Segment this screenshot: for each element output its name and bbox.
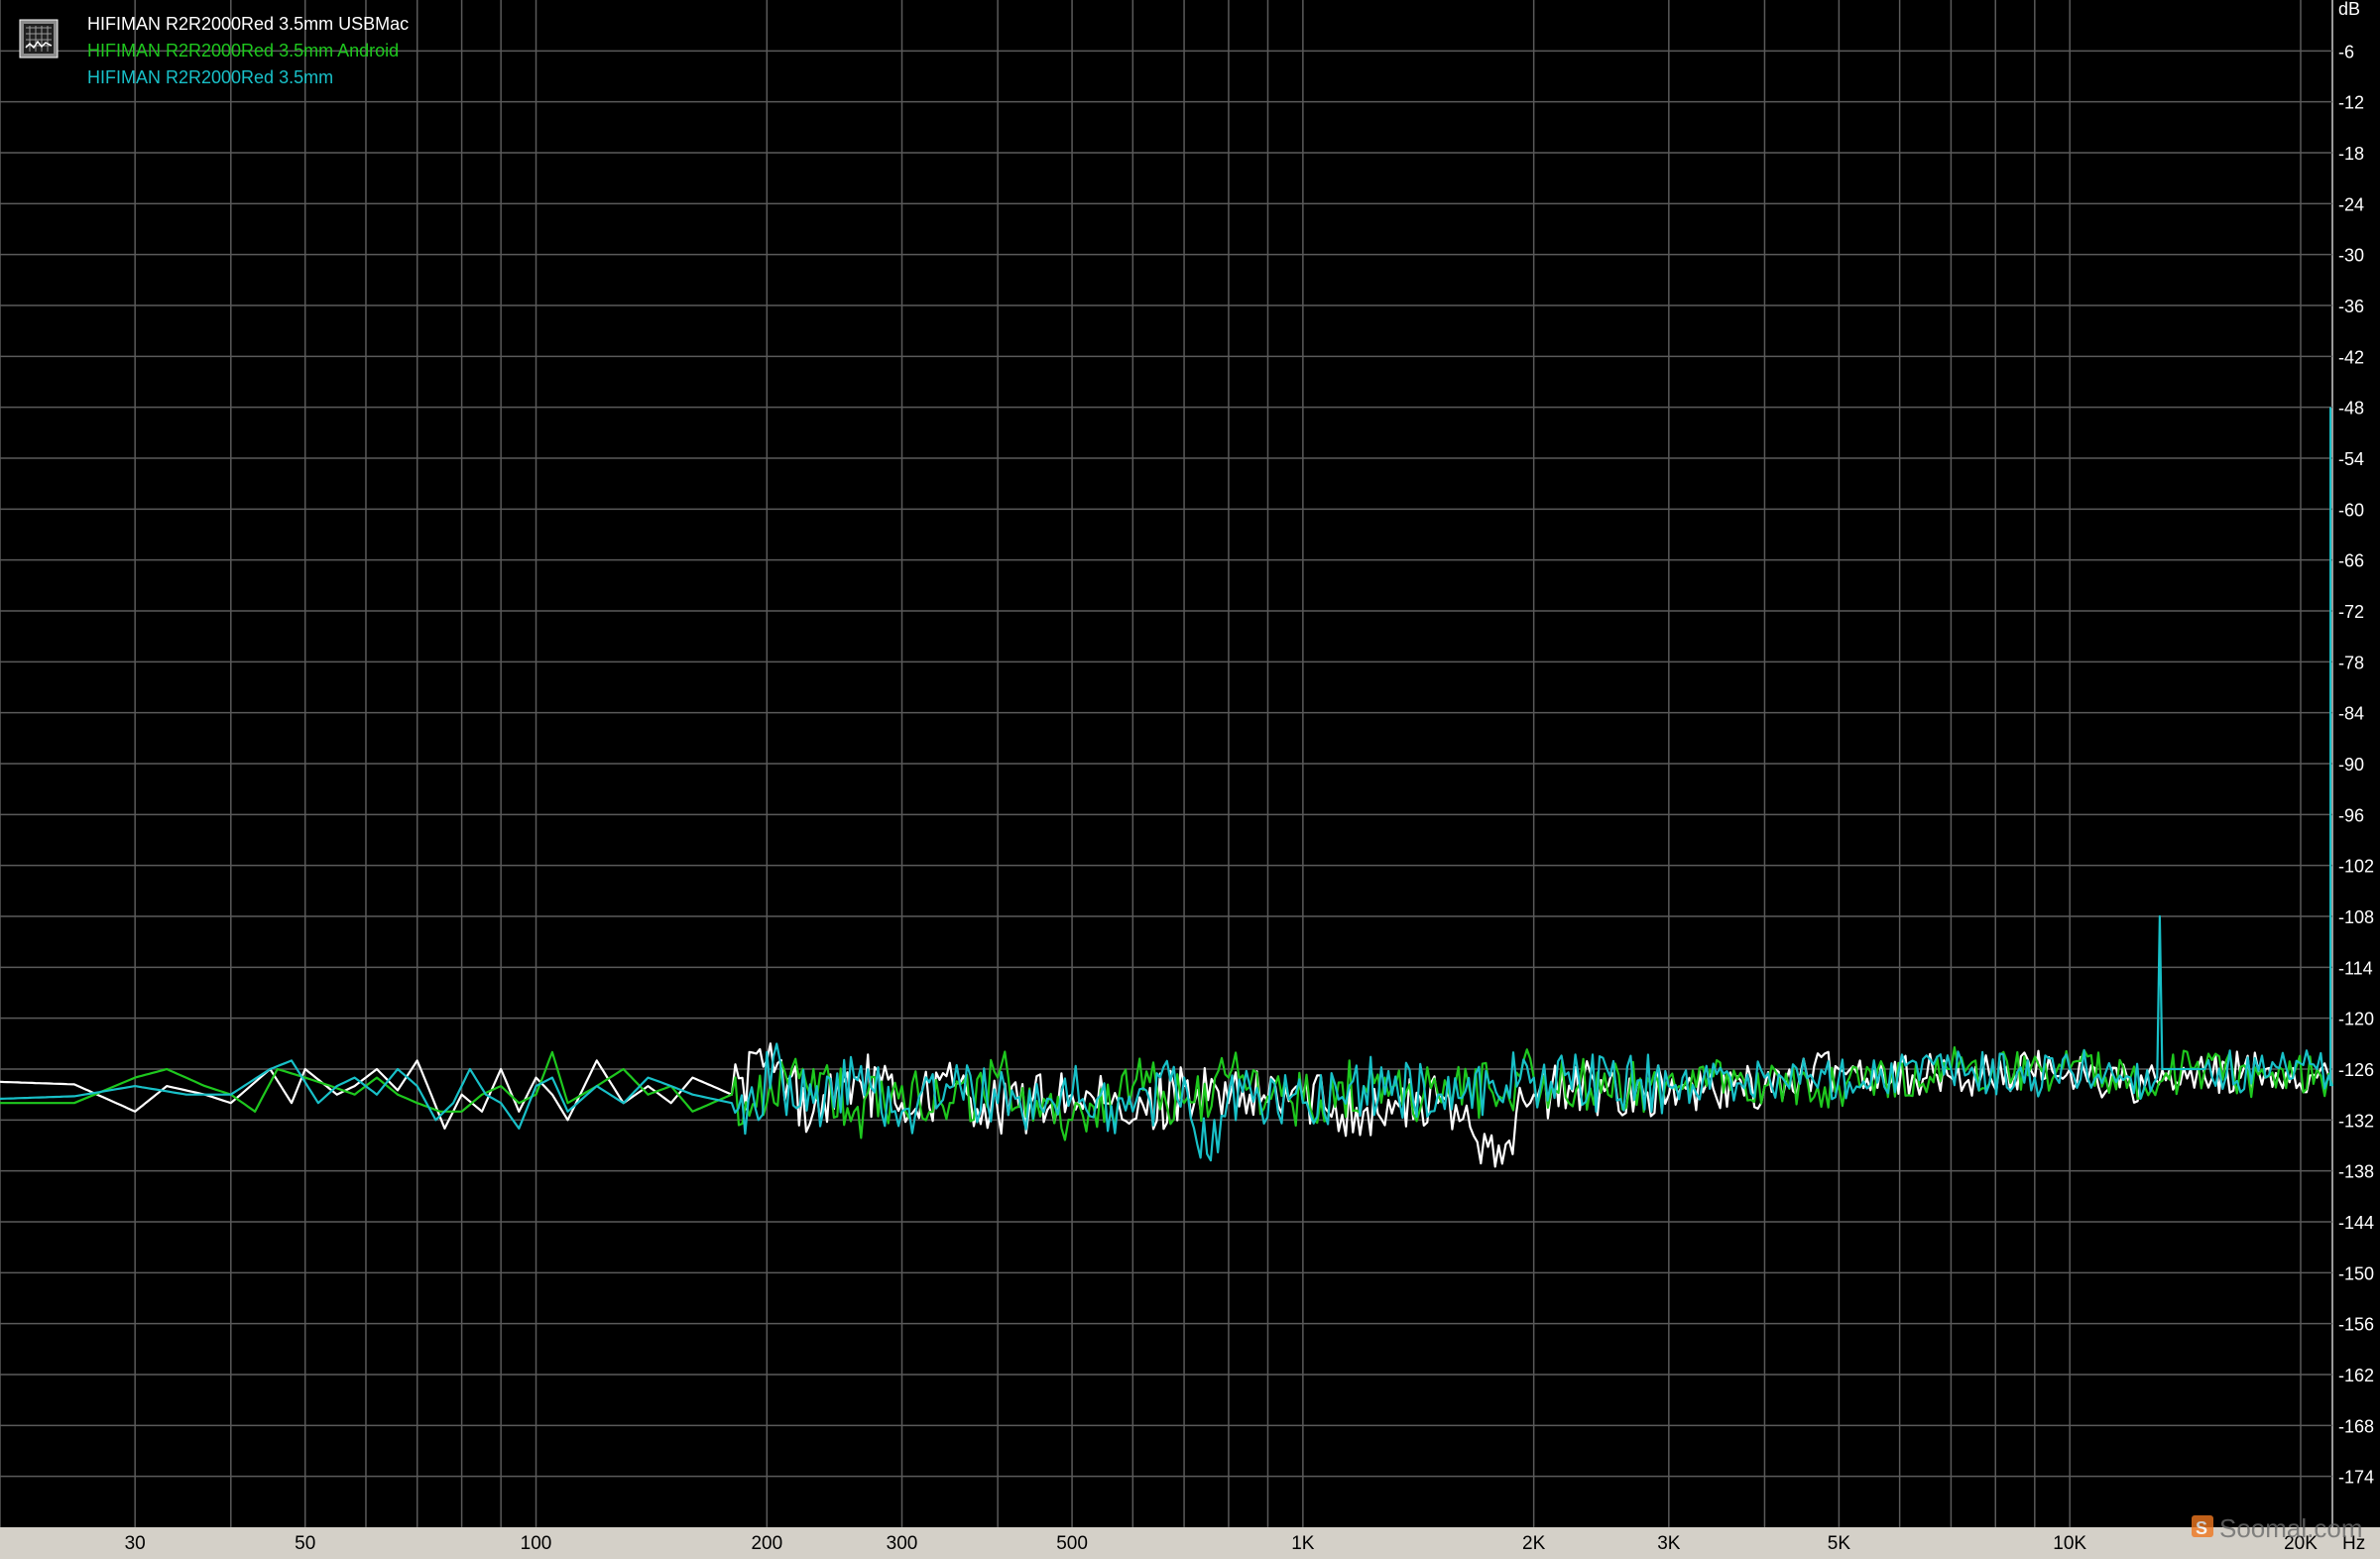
- y-tick-label: -156: [2338, 1315, 2374, 1335]
- y-tick-label: -138: [2338, 1162, 2374, 1182]
- y-tick-label: -72: [2338, 602, 2364, 622]
- y-tick-label: -102: [2338, 857, 2374, 877]
- x-tick-label: 500: [1056, 1533, 1088, 1554]
- svg-text:S: S: [2196, 1518, 2207, 1538]
- y-tick-label: -174: [2338, 1468, 2374, 1488]
- x-tick-label: 100: [521, 1533, 552, 1554]
- analyzer-app-icon: [19, 19, 59, 59]
- x-tick-label: 3K: [1657, 1533, 1681, 1554]
- y-tick-label: -114: [2338, 958, 2373, 978]
- y-tick-label: -96: [2338, 805, 2364, 825]
- x-tick-label: 5K: [1828, 1533, 1851, 1554]
- y-tick-label: -144: [2338, 1213, 2374, 1233]
- y-tick-label: -18: [2338, 144, 2364, 164]
- svg-text:Soomal.com: Soomal.com: [2219, 1513, 2363, 1543]
- y-tick-label: -66: [2338, 551, 2364, 571]
- y-tick-label: -108: [2338, 907, 2374, 927]
- y-tick-label: -162: [2338, 1366, 2374, 1385]
- y-tick-label: -30: [2338, 246, 2364, 266]
- x-tick-label: 200: [751, 1533, 782, 1554]
- x-tick-label: 300: [887, 1533, 918, 1554]
- y-unit-label: dB: [2338, 0, 2360, 19]
- y-tick-label: -120: [2338, 1010, 2374, 1029]
- x-axis-panel: [0, 1527, 2380, 1559]
- x-tick-label: 2K: [1522, 1533, 1546, 1554]
- y-tick-label: -126: [2338, 1060, 2374, 1080]
- y-tick-label: -12: [2338, 93, 2364, 113]
- spectrum-chart: -6 -12 -18 -24 -30 -36 -42 -48 -54 -60 -66 -72 -78 -8…: [0, 0, 2380, 1559]
- legend-entry: HIFIMAN R2R2000Red 3.5mm Android: [87, 41, 399, 60]
- y-tick-label: -84: [2338, 704, 2364, 724]
- legend-entry: HIFIMAN R2R2000Red 3.5mm USBMac: [87, 14, 409, 34]
- x-tick-label: 50: [295, 1533, 315, 1554]
- x-tick-label: 10K: [2053, 1533, 2086, 1554]
- y-tick-label: -6: [2338, 42, 2354, 61]
- y-tick-label: -42: [2338, 347, 2364, 367]
- y-tick-label: -132: [2338, 1111, 2374, 1131]
- y-tick-label: -36: [2338, 297, 2364, 316]
- x-tick-label: 1K: [1291, 1533, 1315, 1554]
- y-tick-label: -48: [2338, 399, 2364, 419]
- y-tick-label: -168: [2338, 1416, 2374, 1436]
- y-tick-label: -150: [2338, 1263, 2374, 1283]
- y-tick-label: -60: [2338, 500, 2364, 520]
- legend-entry: HIFIMAN R2R2000Red 3.5mm: [87, 67, 333, 87]
- y-tick-label: -54: [2338, 449, 2364, 469]
- y-tick-label: -78: [2338, 653, 2364, 672]
- x-tick-label: 30: [125, 1533, 146, 1554]
- y-tick-label: -24: [2338, 194, 2364, 214]
- y-tick-label: -90: [2338, 755, 2364, 775]
